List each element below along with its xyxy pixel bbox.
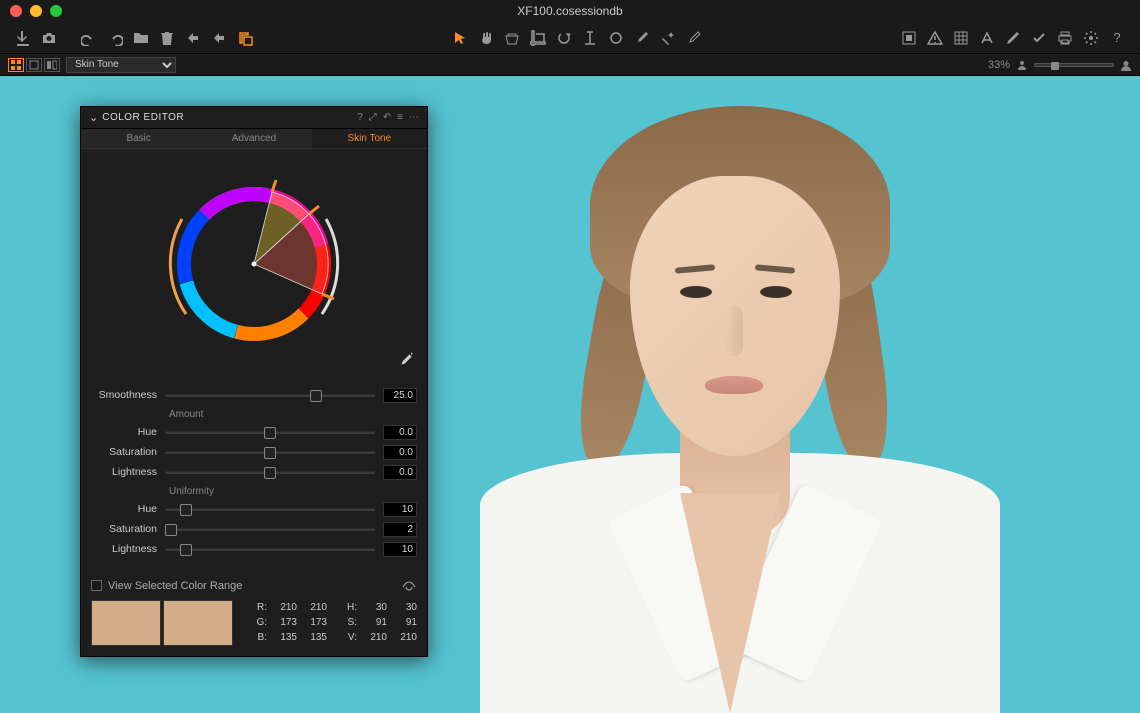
copy-adjustments-icon[interactable] [234, 27, 256, 49]
rotate-tool-icon[interactable] [553, 27, 575, 49]
redo-arrow-icon[interactable] [208, 27, 230, 49]
amount-saturation-slider[interactable]: Saturation 0.0 [91, 442, 417, 462]
redo-icon[interactable] [104, 27, 126, 49]
svg-text:?: ? [1113, 30, 1120, 45]
color-swatch-source[interactable] [91, 600, 161, 646]
import-icon[interactable] [12, 27, 34, 49]
view-range-checkbox[interactable] [91, 580, 102, 591]
view-single-button[interactable] [26, 58, 42, 72]
panel-title: COLOR EDITOR [102, 112, 357, 123]
expand-icon[interactable]: ⤢ [369, 112, 377, 123]
grid-icon[interactable] [950, 27, 972, 49]
minimize-window-button[interactable] [30, 5, 42, 17]
undo-arrow-icon[interactable] [182, 27, 204, 49]
close-window-button[interactable] [10, 5, 22, 17]
smoothness-slider[interactable]: Smoothness 25.0 [91, 385, 417, 405]
maximize-window-button[interactable] [50, 5, 62, 17]
undo-icon[interactable] [78, 27, 100, 49]
folder-icon[interactable] [130, 27, 152, 49]
amount-section-label: Amount [91, 405, 417, 422]
exposure-warning-icon[interactable] [924, 27, 946, 49]
uniformity-saturation-slider[interactable]: Saturation 2 [91, 519, 417, 539]
color-editor-panel: ⌄ COLOR EDITOR ? ⤢ ↶ ≡ ⋯ Basic Advanced … [80, 106, 428, 657]
window-title: XF100.cosessiondb [517, 4, 622, 18]
user-large-icon [1120, 59, 1132, 71]
settings-icon[interactable] [1080, 27, 1102, 49]
color-readout: R:210210H:3030 G:173173S:9191 B:135135V:… [235, 600, 417, 645]
view-split-button[interactable] [44, 58, 60, 72]
view-grid-button[interactable] [8, 58, 24, 72]
image-viewer[interactable]: ⌄ COLOR EDITOR ? ⤢ ↶ ≡ ⋯ Basic Advanced … [0, 76, 1140, 713]
tab-basic[interactable]: Basic [81, 129, 196, 148]
trash-icon[interactable] [156, 27, 178, 49]
amount-lightness-slider[interactable]: Lightness 0.0 [91, 462, 417, 482]
user-icon [1016, 59, 1028, 71]
loupe-tool-icon[interactable] [501, 27, 523, 49]
capture-icon[interactable] [38, 27, 60, 49]
check-icon[interactable] [1028, 27, 1050, 49]
sub-toolbar: Skin Tone 33% [0, 54, 1140, 76]
cursor-tool-icon[interactable] [449, 27, 471, 49]
annotate-icon[interactable] [976, 27, 998, 49]
color-wheel[interactable] [154, 164, 354, 364]
help-icon[interactable]: ? [1106, 27, 1128, 49]
hand-tool-icon[interactable] [475, 27, 497, 49]
magic-brush-icon[interactable] [657, 27, 679, 49]
amount-hue-slider[interactable]: Hue 0.0 [91, 422, 417, 442]
reset-icon[interactable]: ↶ [383, 112, 391, 123]
focus-mask-icon[interactable] [898, 27, 920, 49]
preset-select[interactable]: Skin Tone [66, 57, 176, 73]
print-icon[interactable] [1054, 27, 1076, 49]
crop-tool-icon[interactable] [527, 27, 549, 49]
uniformity-hue-slider[interactable]: Hue 10 [91, 499, 417, 519]
main-toolbar: ? [0, 22, 1140, 54]
uniformity-lightness-slider[interactable]: Lightness 10 [91, 539, 417, 559]
titlebar: XF100.cosessiondb [0, 0, 1140, 22]
tab-advanced[interactable]: Advanced [196, 129, 311, 148]
keystone-tool-icon[interactable] [579, 27, 601, 49]
help-icon[interactable]: ? [357, 112, 363, 123]
uniformity-section-label: Uniformity [91, 482, 417, 499]
view-range-label: View Selected Color Range [108, 580, 242, 592]
zoom-value: 33% [988, 59, 1010, 71]
panel-header[interactable]: ⌄ COLOR EDITOR ? ⤢ ↶ ≡ ⋯ [81, 107, 427, 129]
more-icon[interactable]: ⋯ [409, 112, 419, 123]
menu-icon[interactable]: ≡ [397, 112, 403, 123]
erase-tool-icon[interactable] [683, 27, 705, 49]
tab-skintone[interactable]: Skin Tone [312, 129, 427, 148]
color-picker-icon[interactable] [397, 350, 415, 371]
zoom-slider[interactable] [1034, 63, 1114, 67]
mask-icon[interactable] [401, 577, 417, 594]
color-swatch-target[interactable] [163, 600, 233, 646]
spot-tool-icon[interactable] [605, 27, 627, 49]
brush-tool-icon[interactable] [631, 27, 653, 49]
edit-icon[interactable] [1002, 27, 1024, 49]
chevron-down-icon: ⌄ [89, 111, 98, 124]
